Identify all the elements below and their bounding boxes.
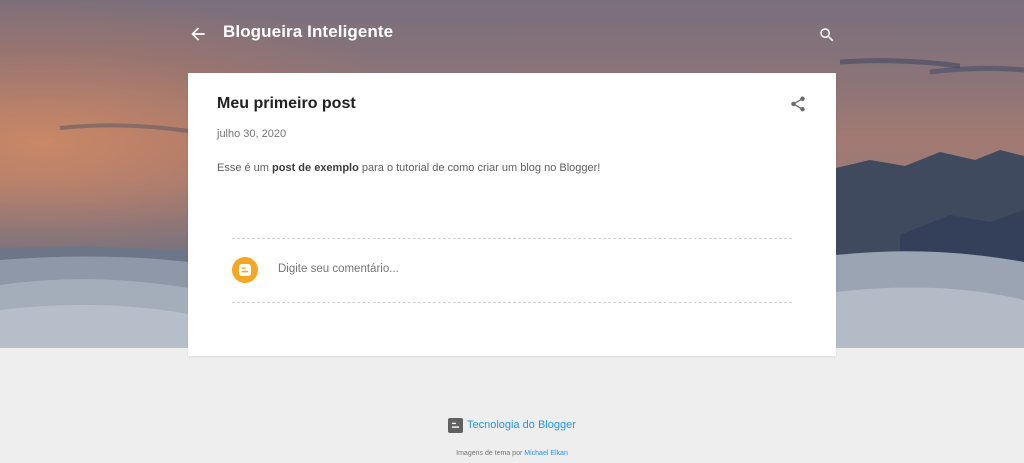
blog-header: Blogueira Inteligente — [188, 18, 836, 52]
post-body-suffix: para o tutorial de como criar um blog no… — [358, 162, 601, 174]
back-button[interactable] — [188, 24, 208, 44]
blogger-avatar — [232, 257, 258, 283]
attribution-author-link[interactable]: Michael Elkan — [524, 450, 568, 457]
comment-section: Digite seu comentário... — [232, 238, 792, 303]
post-body-prefix: Esse é um — [217, 162, 273, 174]
search-icon — [820, 28, 834, 42]
blog-title[interactable]: Blogueira Inteligente — [223, 22, 393, 42]
share-button[interactable] — [789, 95, 807, 113]
blogger-glyph-icon — [451, 422, 460, 428]
post-body: Esse é um post de exemplo para o tutoria… — [217, 162, 600, 174]
share-icon — [791, 96, 805, 112]
blogger-logo-icon — [448, 417, 463, 433]
powered-by-label: Tecnologia do Blogger — [467, 419, 576, 431]
comment-input[interactable]: Digite seu comentário... — [278, 263, 399, 275]
blogger-icon — [239, 264, 251, 276]
attribution-prefix: Imagens de tema por — [456, 450, 523, 457]
post-card: Meu primeiro post julho 30, 2020 Esse é … — [188, 73, 836, 356]
post-date[interactable]: julho 30, 2020 — [217, 128, 286, 140]
post-body-bold: post de exemplo — [272, 162, 359, 174]
theme-attribution: Imagens de tema por Michael Elkan — [0, 450, 1024, 457]
search-button[interactable] — [818, 26, 836, 44]
arrow-left-icon — [191, 27, 205, 41]
powered-by-blogger-link[interactable]: Tecnologia do Blogger — [448, 417, 576, 433]
post-title[interactable]: Meu primeiro post — [217, 95, 356, 113]
